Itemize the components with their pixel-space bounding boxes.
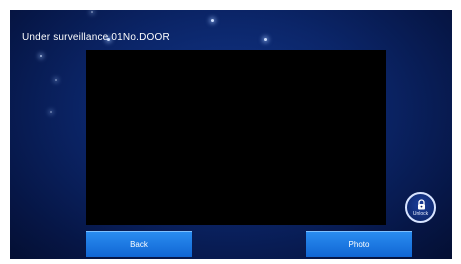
back-button[interactable]: Back [86,231,192,257]
background-star [55,79,57,81]
unlock-button[interactable]: Unlock [405,192,436,223]
background-star [264,38,267,41]
page-title: Under surveillance 01No.DOOR [22,32,170,43]
background-star [50,111,52,113]
unlock-label: Unlock [412,211,429,217]
lock-icon [418,199,425,210]
surveillance-screen: Under surveillance 01No.DOOR Back Photo … [10,10,452,259]
background-star [91,11,93,13]
video-feed [86,50,386,225]
background-star [40,55,42,57]
photo-button[interactable]: Photo [306,231,412,257]
background-star [211,19,214,22]
